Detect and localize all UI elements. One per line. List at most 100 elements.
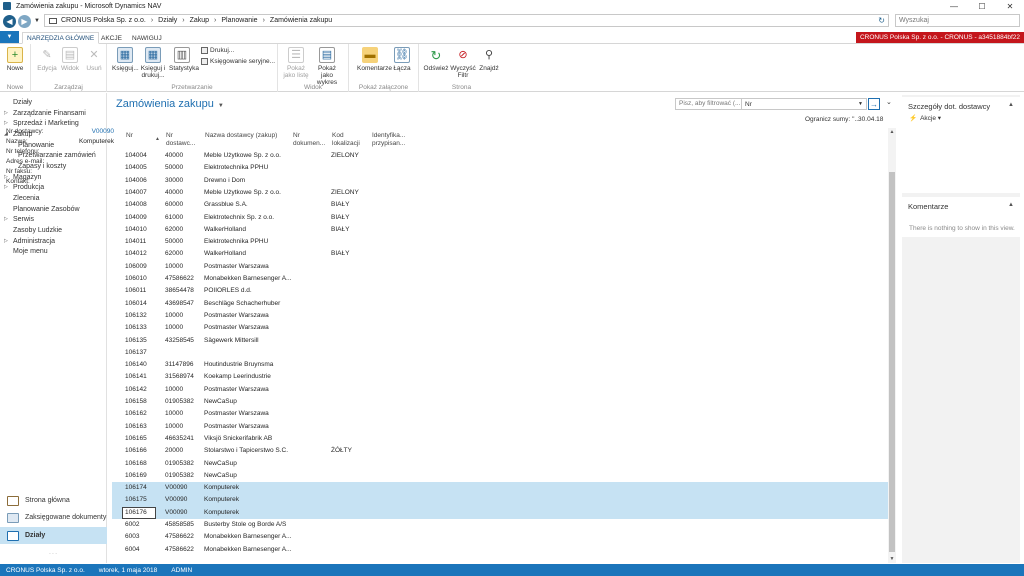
cell-order-no[interactable]: 106014 bbox=[125, 300, 147, 307]
chevron-right-icon[interactable]: › bbox=[151, 17, 153, 24]
cell-order-no[interactable]: 106169 bbox=[125, 472, 147, 479]
cell-order-no[interactable]: 106142 bbox=[125, 386, 147, 393]
cell-order-no[interactable]: 106163 bbox=[125, 423, 147, 430]
serial-post-button[interactable]: Księgowanie seryjne... bbox=[201, 58, 275, 65]
cell-order-no[interactable]: 106176 bbox=[125, 509, 147, 516]
collapse-filter-icon[interactable]: ⌄ bbox=[886, 98, 892, 106]
table-row[interactable]: 104005 50000 Elektrotechnika PPHU bbox=[112, 162, 888, 174]
column-header-assigned-user[interactable]: Identyfika... przypisan... bbox=[372, 132, 410, 148]
collapse-icon[interactable]: ▲ bbox=[1008, 202, 1014, 208]
nav-item-resource-planning[interactable]: Planowanie Zasobów bbox=[13, 206, 80, 213]
delete-button[interactable]: ✕ Usuń bbox=[81, 47, 107, 72]
tab-actions[interactable]: AKCJE bbox=[97, 32, 126, 44]
expand-icon[interactable]: ▷ bbox=[4, 238, 8, 244]
forward-button[interactable]: ▶ bbox=[18, 14, 31, 28]
app-menu-button[interactable]: ▼ bbox=[0, 31, 19, 43]
page-title[interactable]: Zamówienia zakupu ▼ bbox=[116, 98, 224, 110]
cell-order-no[interactable]: 106175 bbox=[125, 496, 147, 503]
table-row[interactable]: 106141 31568974 Koekamp Leerindustrie bbox=[112, 371, 888, 383]
column-header-vendor-name[interactable]: Nazwa dostawcy (zakup) bbox=[205, 132, 277, 140]
splitter-grip-icon[interactable]: · · · bbox=[48, 551, 58, 557]
table-row[interactable]: 106142 10000 Postmaster Warszawa bbox=[112, 384, 888, 396]
clear-filter-button[interactable]: ⊘ Wyczyść Filtr bbox=[450, 47, 476, 79]
table-row[interactable]: 106132 10000 Postmaster Warszawa bbox=[112, 310, 888, 322]
column-header-no[interactable]: Nr bbox=[126, 132, 133, 140]
filter-field-select[interactable]: Nr bbox=[742, 101, 858, 108]
scroll-up-icon[interactable]: ▲ bbox=[888, 129, 896, 135]
cell-order-no[interactable]: 106168 bbox=[125, 460, 147, 467]
table-row[interactable]: 106169 01905382 NewCaSup bbox=[112, 470, 888, 482]
table-row[interactable]: 106174 V00090 Komputerek bbox=[112, 482, 888, 495]
table-row[interactable]: 104010 62000 WalkerHolland BIAŁY bbox=[112, 224, 888, 236]
apply-filter-button[interactable]: → bbox=[868, 98, 880, 110]
table-row[interactable]: 104007 40000 Meble Użytkowe Sp. z o.o. ZIEL… bbox=[112, 187, 888, 199]
table-row[interactable]: 104004 40000 Meble Użytkowe Sp. z o.o. ZIEL… bbox=[112, 150, 888, 162]
cell-order-no[interactable]: 104010 bbox=[125, 226, 147, 233]
nav-item-manufacturing[interactable]: ▷ Produkcja bbox=[4, 184, 44, 191]
expand-icon[interactable]: ▷ bbox=[4, 120, 8, 126]
breadcrumb-purchase[interactable]: Zakup bbox=[190, 17, 209, 24]
cell-order-no[interactable]: 106165 bbox=[125, 435, 147, 442]
table-row[interactable]: 106175 V00090 Komputerek bbox=[112, 494, 888, 507]
status-work-date[interactable]: wtorek, 1 maja 2018 bbox=[99, 567, 158, 574]
table-row[interactable]: 106158 01905382 NewCaSup bbox=[112, 396, 888, 408]
refresh-button[interactable]: ↻ Odśwież bbox=[423, 47, 449, 73]
cell-order-no[interactable]: 106132 bbox=[125, 312, 147, 319]
nav-home-button[interactable]: Strona główna bbox=[0, 492, 107, 509]
cell-order-no[interactable]: 106162 bbox=[125, 410, 147, 417]
table-row[interactable]: 106133 10000 Postmaster Warszawa bbox=[112, 322, 888, 334]
chevron-right-icon[interactable]: › bbox=[214, 17, 216, 24]
show-as-list-button[interactable]: ☰ Pokaż jako listę bbox=[283, 47, 309, 79]
status-company[interactable]: CRONUS Polska Sp. z o.o. bbox=[6, 567, 85, 574]
cell-order-no[interactable]: 104012 bbox=[125, 250, 147, 257]
new-button[interactable]: + Nowe bbox=[2, 47, 28, 72]
vendor-details-title[interactable]: Szczegóły dot. dostawcy bbox=[902, 97, 1020, 111]
table-row[interactable]: 106165 46635241 Viksjö Snickerifabrik AB bbox=[112, 433, 888, 445]
comments-button[interactable]: ▬ Komentarze bbox=[357, 47, 392, 72]
show-as-chart-button[interactable]: ▤ Pokaż jako wykres bbox=[314, 47, 340, 86]
history-dropdown-icon[interactable]: ▼ bbox=[34, 18, 40, 24]
maximize-button[interactable]: ☐ bbox=[968, 0, 996, 12]
nav-departments-button[interactable]: Działy bbox=[0, 527, 107, 544]
table-row[interactable]: 104012 62000 WalkerHolland BIAŁY bbox=[112, 248, 888, 260]
nav-item-service[interactable]: ▷ Serwis bbox=[4, 216, 34, 223]
links-button[interactable]: ⛓ Łącza bbox=[389, 47, 415, 72]
table-row[interactable]: 106140 31147896 Houtindustrie Bruynsma bbox=[112, 359, 888, 371]
cell-order-no[interactable]: 106133 bbox=[125, 324, 147, 331]
breadcrumb-purchase-orders[interactable]: Zamówienia zakupu bbox=[270, 17, 332, 24]
cell-order-no[interactable]: 104007 bbox=[125, 189, 147, 196]
chevron-down-icon[interactable]: ▼ bbox=[858, 101, 866, 107]
nav-item-jobs[interactable]: Zlecenia bbox=[13, 195, 39, 202]
nav-item-finance[interactable]: ▷ Zarządzanie Finansami bbox=[4, 110, 86, 117]
table-row[interactable]: 106163 10000 Postmaster Warszawa bbox=[112, 421, 888, 433]
cell-order-no[interactable]: 106011 bbox=[125, 287, 146, 294]
table-row[interactable]: 6004 47586622 Monabekken Barnesenger A... bbox=[112, 544, 888, 555]
cell-order-no[interactable]: 6002 bbox=[125, 521, 139, 528]
cell-order-no[interactable]: 106141 bbox=[125, 373, 147, 380]
comments-title[interactable]: Komentarze bbox=[902, 197, 1020, 211]
breadcrumb-planning[interactable]: Planowanie bbox=[221, 17, 257, 24]
table-row[interactable]: 106014 43698547 Beschläge Schacherhuber bbox=[112, 298, 888, 310]
column-header-vendor-no[interactable]: Nr dostawc... bbox=[166, 132, 200, 148]
expand-icon[interactable]: ▷ bbox=[4, 110, 8, 116]
close-button[interactable]: ✕ bbox=[996, 0, 1024, 12]
breadcrumb-company[interactable]: CRONUS Polska Sp. z o.o. bbox=[61, 17, 146, 24]
table-row[interactable]: 104006 30000 Drewno i Dom bbox=[112, 175, 888, 187]
chevron-down-icon[interactable]: ▼ bbox=[218, 103, 224, 109]
filter-input[interactable]: Pisz, aby filtrować (... Nr ▼ bbox=[675, 98, 867, 110]
column-header-document-no[interactable]: Nr dokumen... bbox=[293, 132, 327, 148]
cell-order-no[interactable]: 106010 bbox=[125, 275, 147, 282]
table-row[interactable]: 106168 01905382 NewCaSup bbox=[112, 458, 888, 470]
cell-order-no[interactable]: 106140 bbox=[125, 361, 147, 368]
chevron-right-icon[interactable]: › bbox=[263, 17, 265, 24]
cell-order-no[interactable]: 104008 bbox=[125, 201, 147, 208]
nav-item-administration[interactable]: ▷ Administracja bbox=[4, 238, 55, 245]
factbox-actions-button[interactable]: ⚡ Akcje ▾ bbox=[909, 114, 941, 122]
table-row[interactable]: 104011 50000 Elektrotechnika PPHU bbox=[112, 236, 888, 248]
nav-posted-documents-button[interactable]: Zaksięgowane dokumenty bbox=[0, 509, 107, 526]
tab-home[interactable]: NARZĘDZIA GŁÓWNE bbox=[22, 32, 100, 44]
table-row[interactable]: 104008 60000 Grassblue S.A. BIAŁY bbox=[112, 199, 888, 211]
cell-order-no[interactable]: 106137 bbox=[125, 349, 147, 356]
minimize-button[interactable]: — bbox=[940, 0, 968, 12]
table-row[interactable]: 104009 61000 Elektrotechnix Sp. z o.o. BIAŁ… bbox=[112, 212, 888, 224]
